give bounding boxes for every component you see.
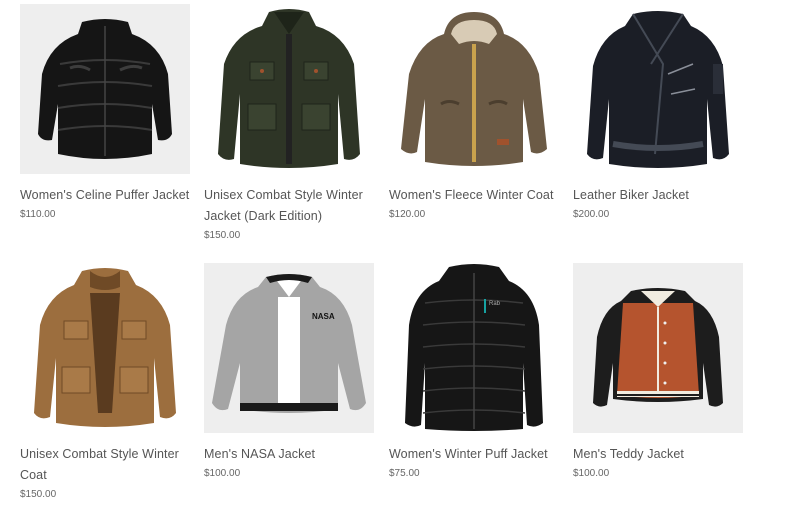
product-image[interactable] [204, 4, 374, 174]
product-card[interactable]: NASA Men's NASA Jacket $100.00 [204, 263, 374, 479]
product-title[interactable]: Unisex Combat Style Winter Jacket (Dark … [204, 185, 374, 227]
nasa-logo: NASA [312, 312, 335, 321]
product-image[interactable] [20, 4, 190, 174]
product-price: $100.00 [573, 468, 610, 479]
product-title[interactable]: Men's Teddy Jacket [573, 444, 743, 465]
black-puffer-jacket-image [20, 4, 190, 174]
product-price: $150.00 [204, 230, 241, 241]
product-title[interactable]: Women's Celine Puffer Jacket [20, 185, 190, 206]
product-price: $75.00 [389, 468, 420, 479]
product-title[interactable]: Women's Winter Puff Jacket [389, 444, 559, 465]
black-puff-jacket-image: Rab [389, 263, 559, 433]
product-title[interactable]: Leather Biker Jacket [573, 185, 743, 206]
product-card[interactable]: Leather Biker Jacket $200.00 [573, 4, 743, 220]
product-image[interactable] [573, 4, 743, 174]
product-card[interactable]: Women's Celine Puffer Jacket $110.00 [20, 4, 190, 220]
tan-combat-coat-image [20, 263, 190, 433]
varsity-teddy-jacket-image [573, 263, 743, 433]
product-image[interactable] [389, 4, 559, 174]
product-card[interactable]: Unisex Combat Style Winter Coat $150.00 [20, 263, 190, 500]
product-card[interactable]: Men's Teddy Jacket $100.00 [573, 263, 743, 479]
product-image[interactable]: NASA [204, 263, 374, 433]
product-image[interactable] [573, 263, 743, 433]
product-price: $150.00 [20, 489, 57, 500]
black-leather-biker-jacket-image [573, 4, 743, 174]
product-card[interactable]: Unisex Combat Style Winter Jacket (Dark … [204, 4, 374, 241]
product-image[interactable]: Rab [389, 263, 559, 433]
product-card[interactable]: Rab Women's Winter Puff Jacket $75.00 [389, 263, 559, 479]
product-title[interactable]: Women's Fleece Winter Coat [389, 185, 559, 206]
product-price: $120.00 [389, 209, 426, 220]
product-title[interactable]: Men's NASA Jacket [204, 444, 374, 465]
dark-green-combat-jacket-image [204, 4, 374, 174]
product-image[interactable] [20, 263, 190, 433]
product-title[interactable]: Unisex Combat Style Winter Coat [20, 444, 190, 486]
product-price: $100.00 [204, 468, 241, 479]
product-grid: Women's Celine Puffer Jacket $110.00 Uni… [0, 0, 806, 528]
product-price: $200.00 [573, 209, 610, 220]
brown-fleece-coat-image [389, 4, 559, 174]
gray-nasa-bomber-jacket-image: NASA [204, 263, 374, 433]
product-price: $110.00 [20, 209, 56, 220]
product-card[interactable]: Women's Fleece Winter Coat $120.00 [389, 4, 559, 220]
rab-logo: Rab [489, 301, 501, 307]
